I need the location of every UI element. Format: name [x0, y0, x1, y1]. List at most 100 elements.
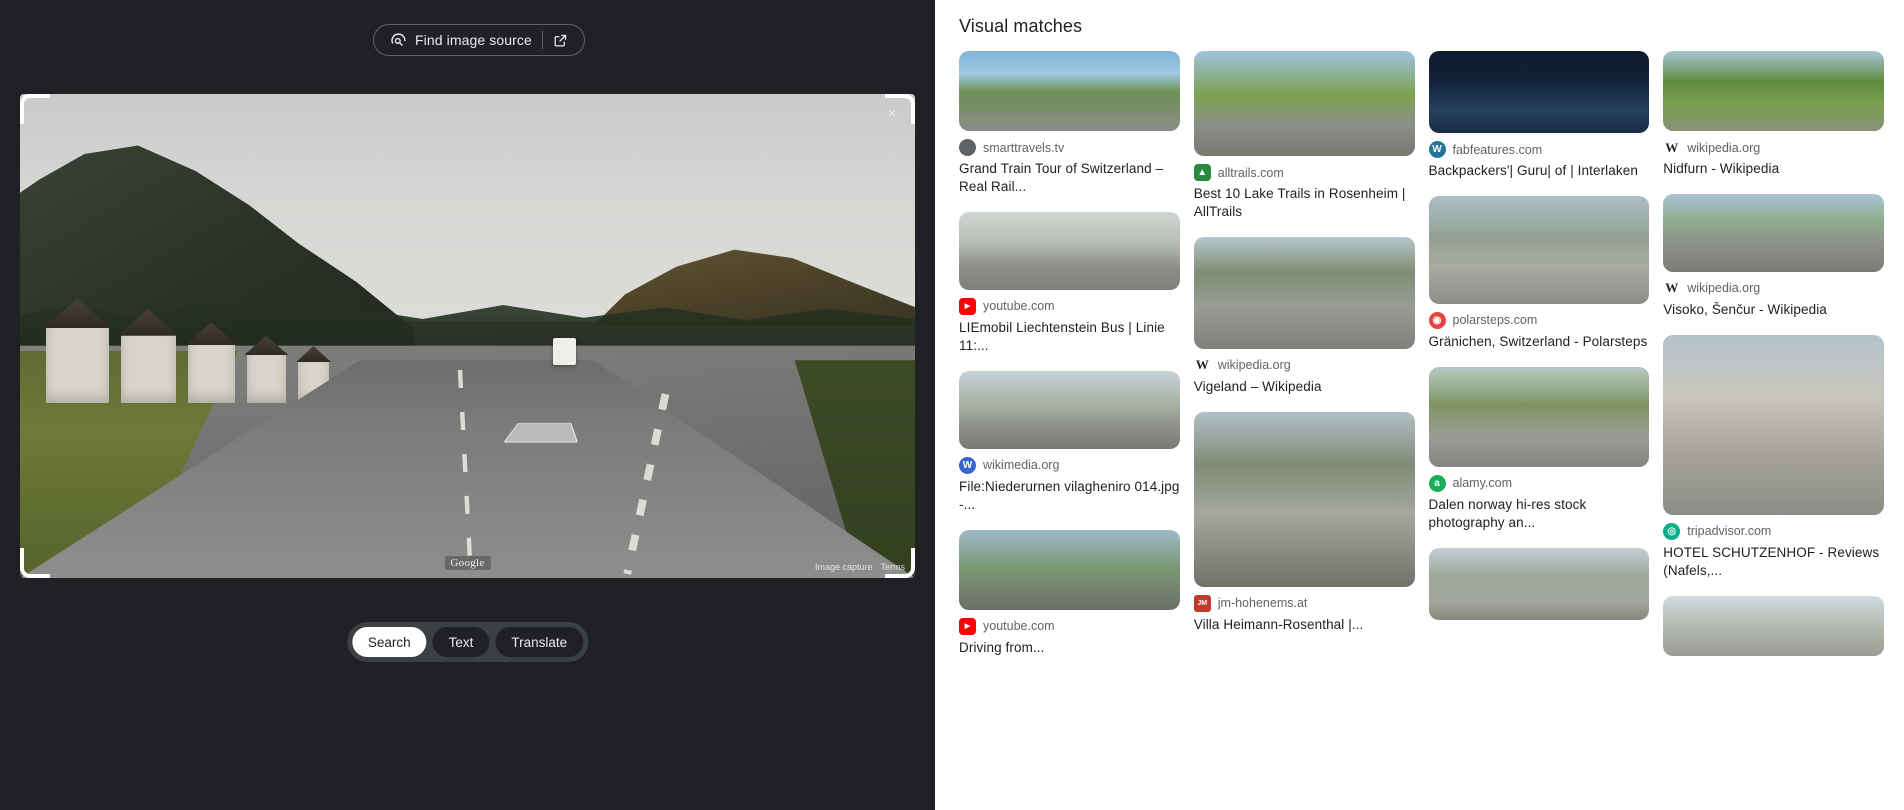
- visual-match-card[interactable]: ▶ youtube.com Driving from...: [959, 530, 1180, 657]
- wordpress-icon: W: [1429, 141, 1446, 158]
- crop-handle-top-right[interactable]: [885, 94, 915, 124]
- match-title[interactable]: Nidfurn - Wikipedia: [1663, 160, 1884, 178]
- match-thumbnail[interactable]: [1663, 194, 1884, 272]
- visual-match-card[interactable]: [1429, 548, 1650, 620]
- alamy-icon: a: [1429, 475, 1446, 492]
- match-domain: tripadvisor.com: [1687, 524, 1771, 538]
- visual-match-card[interactable]: Wwikipedia.org Visoko, Šenčur - Wikipedia: [1663, 194, 1884, 319]
- image-viewer[interactable]: × Google Image capture Terms: [20, 94, 915, 578]
- match-domain: wikimedia.org: [983, 458, 1059, 472]
- mode-text-button[interactable]: Text: [433, 627, 490, 657]
- google-watermark: Google: [444, 556, 490, 570]
- youtube-icon: ▶: [959, 618, 976, 635]
- match-source: ▶ youtube.com: [959, 298, 1180, 315]
- mode-search-button[interactable]: Search: [352, 627, 427, 657]
- match-source: a alamy.com: [1429, 475, 1650, 492]
- image-preview-pane: Find image source: [0, 0, 935, 810]
- match-title[interactable]: LIEmobil Liechtenstein Bus | Linie 11:..…: [959, 319, 1180, 355]
- crop-handle-bottom-right[interactable]: [885, 548, 915, 578]
- visual-matches-title: Visual matches: [959, 16, 1884, 37]
- match-domain: youtube.com: [983, 299, 1055, 313]
- mode-translate-button[interactable]: Translate: [495, 627, 583, 657]
- match-source: Wfabfeatures.com: [1429, 141, 1650, 158]
- match-thumbnail[interactable]: [1429, 367, 1650, 467]
- street-view-image[interactable]: × Google Image capture Terms: [20, 94, 915, 578]
- match-title[interactable]: HOTEL SCHUTZENHOF - Reviews (Nafels,...: [1663, 544, 1884, 580]
- match-title[interactable]: Backpackers'| Guru| of | Interlaken: [1429, 162, 1650, 180]
- visual-match-card[interactable]: JM jm-hohenems.at Villa Heimann-Rosenthal …: [1194, 412, 1415, 634]
- match-title[interactable]: Vigeland – Wikipedia: [1194, 378, 1415, 396]
- open-in-new-icon: [553, 33, 568, 48]
- match-thumbnail[interactable]: [959, 212, 1180, 290]
- wikimedia-icon: W: [959, 457, 976, 474]
- visual-match-card[interactable]: [1663, 596, 1884, 656]
- lens-search-icon: [390, 32, 407, 49]
- match-source: ▲alltrails.com: [1194, 164, 1415, 181]
- match-source: ▶ youtube.com: [959, 618, 1180, 635]
- find-image-source-label: Find image source: [415, 32, 532, 48]
- match-domain: wikipedia.org: [1218, 358, 1291, 372]
- visual-matches-grid: smarttravels.tv Grand Train Tour of Switz…: [959, 51, 1884, 810]
- mode-selector: Search Text Translate: [347, 622, 588, 662]
- match-title[interactable]: File:Niederurnen vilagheniro 014.jpg -..…: [959, 478, 1180, 514]
- match-domain: wikipedia.org: [1687, 141, 1760, 155]
- match-source: ◉polarsteps.com: [1429, 312, 1650, 329]
- match-title[interactable]: Driving from...: [959, 639, 1180, 657]
- match-title[interactable]: Best 10 Lake Trails in Rosenheim | AllTr…: [1194, 185, 1415, 221]
- wikipedia-icon: W: [1663, 139, 1680, 156]
- match-domain: youtube.com: [983, 619, 1055, 633]
- globe-icon: [959, 139, 976, 156]
- wikipedia-icon: W: [1663, 280, 1680, 297]
- match-thumbnail[interactable]: [959, 371, 1180, 449]
- match-source: Wwikipedia.org: [1194, 357, 1415, 374]
- visual-match-card[interactable]: Wfabfeatures.com Backpackers'| Guru| of |…: [1429, 51, 1650, 180]
- match-thumbnail[interactable]: [1194, 412, 1415, 587]
- visual-matches-pane: Visual matches smarttravels.tv Grand Trai…: [935, 0, 1904, 810]
- jm-icon: JM: [1194, 595, 1211, 612]
- match-domain: alltrails.com: [1218, 166, 1284, 180]
- wikipedia-icon: W: [1194, 357, 1211, 374]
- lens-result-page: Find image source: [0, 0, 1904, 810]
- visual-match-card[interactable]: smarttravels.tv Grand Train Tour of Switz…: [959, 51, 1180, 196]
- visual-match-card[interactable]: a alamy.com Dalen norway hi-res stock phot…: [1429, 367, 1650, 532]
- visual-match-card[interactable]: Wwikimedia.org File:Niederurnen vilagheni…: [959, 371, 1180, 514]
- image-capture-label: Image capture: [815, 562, 873, 572]
- match-title[interactable]: Visoko, Šenčur - Wikipedia: [1663, 301, 1884, 319]
- match-title[interactable]: Villa Heimann-Rosenthal |...: [1194, 616, 1415, 634]
- match-domain: jm-hohenems.at: [1218, 596, 1308, 610]
- match-thumbnail[interactable]: [1663, 335, 1884, 515]
- visual-match-card[interactable]: ◎ tripadvisor.com HOTEL SCHUTZENHOF - Revi…: [1663, 335, 1884, 580]
- visual-match-card[interactable]: ▶ youtube.com LIEmobil Liechtenstein Bus |…: [959, 212, 1180, 355]
- match-thumbnail[interactable]: [1194, 237, 1415, 349]
- match-domain: alamy.com: [1453, 476, 1513, 490]
- visual-match-card[interactable]: Wwikipedia.org Vigeland – Wikipedia: [1194, 237, 1415, 396]
- match-domain: wikipedia.org: [1687, 281, 1760, 295]
- match-source: ◎ tripadvisor.com: [1663, 523, 1884, 540]
- tripadvisor-icon: ◎: [1663, 523, 1680, 540]
- match-thumbnail[interactable]: [1429, 196, 1650, 304]
- crop-handle-bottom-left[interactable]: [20, 548, 50, 578]
- match-thumbnail[interactable]: [1429, 51, 1650, 133]
- visual-match-card[interactable]: ▲alltrails.com Best 10 Lake Trails in Ros…: [1194, 51, 1415, 221]
- match-title[interactable]: Grand Train Tour of Switzerland – Real R…: [959, 160, 1180, 196]
- match-thumbnail[interactable]: [1194, 51, 1415, 156]
- match-thumbnail[interactable]: [1663, 596, 1884, 656]
- find-image-source-button[interactable]: Find image source: [373, 24, 585, 56]
- match-thumbnail[interactable]: [959, 51, 1180, 131]
- match-domain: fabfeatures.com: [1453, 143, 1543, 157]
- match-source: Wwikimedia.org: [959, 457, 1180, 474]
- visual-match-card[interactable]: Wwikipedia.org Nidfurn - Wikipedia: [1663, 51, 1884, 178]
- match-thumbnail[interactable]: [1429, 548, 1650, 620]
- match-thumbnail[interactable]: [959, 530, 1180, 610]
- match-thumbnail[interactable]: [1663, 51, 1884, 131]
- match-domain: polarsteps.com: [1453, 313, 1538, 327]
- match-title[interactable]: Gränichen, Switzerland - Polarsteps: [1429, 333, 1650, 351]
- crop-handle-top-left[interactable]: [20, 94, 50, 124]
- match-source: Wwikipedia.org: [1663, 280, 1884, 297]
- match-title[interactable]: Dalen norway hi-res stock photography an…: [1429, 496, 1650, 532]
- bus-vehicle: [553, 338, 576, 365]
- visual-match-card[interactable]: ◉polarsteps.com Gränichen, Switzerland - …: [1429, 196, 1650, 351]
- selection-cursor[interactable]: [504, 423, 579, 443]
- youtube-icon: ▶: [959, 298, 976, 315]
- match-domain: smarttravels.tv: [983, 141, 1064, 155]
